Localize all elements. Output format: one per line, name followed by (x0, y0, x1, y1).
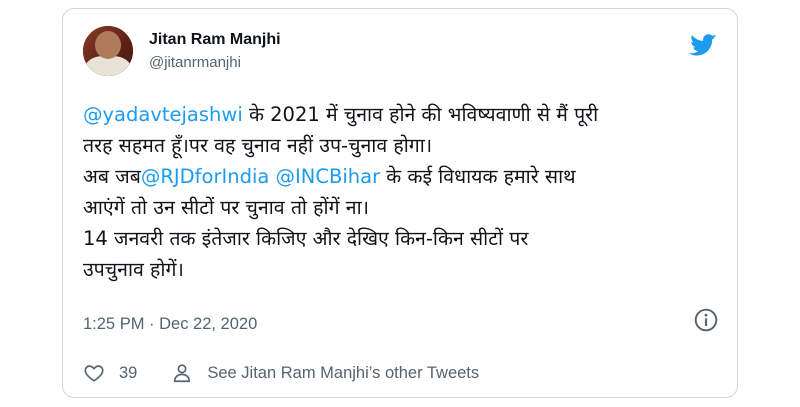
mention-link[interactable]: @RJDforIndia (141, 165, 269, 188)
tweet-line: @yadavtejashwi के 2021 में चुनाव होने की… (83, 99, 723, 130)
twitter-bird-icon[interactable] (687, 31, 719, 59)
tweet-text-segment: अब जब (83, 165, 141, 188)
tweet-line: उपचुनाव होगें। (83, 254, 723, 285)
tweet-text-segment: 14 जनवरी तक इंतेजार किजिए और देखिए किन-क… (83, 227, 529, 250)
tweet-timestamp[interactable]: 1:25 PM · Dec 22, 2020 (83, 315, 257, 334)
tweet-line: तरह सहमत हूँ।पर वह चुनाव नहीं उप-चुनाव ह… (83, 130, 723, 161)
info-icon[interactable] (693, 307, 719, 333)
tweet-text-segment: उपचुनाव होगें। (83, 258, 184, 281)
author-handle[interactable]: @jitanrmanjhi (149, 54, 241, 71)
see-other-tweets-label: See Jitan Ram Manjhi’s other Tweets (207, 363, 480, 382)
tweet-line: अब जब@RJDforIndia @INCBihar के कई विधायक… (83, 161, 723, 192)
avatar[interactable] (83, 26, 133, 76)
author-name[interactable]: Jitan Ram Manjhi (149, 31, 281, 49)
tweet-line: आएंगें तो उन सीटों पर चुनाव तो होंगें ना… (83, 192, 723, 223)
tweet-card: Jitan Ram Manjhi @jitanrmanjhi @yadavtej… (62, 8, 738, 398)
tweet-text: @yadavtejashwi के 2021 में चुनाव होने की… (83, 99, 723, 285)
see-other-tweets-link[interactable]: See Jitan Ram Manjhi’s other Tweets (171, 362, 479, 384)
mention-link[interactable]: @yadavtejashwi (83, 103, 243, 126)
like-button[interactable]: 39 (83, 362, 171, 384)
tweet-text-segment: तरह सहमत हूँ।पर वह चुनाव नहीं उप-चुनाव ह… (83, 134, 433, 157)
tweet-text-segment: के कई विधायक हमारे साथ (380, 165, 576, 188)
person-icon (174, 364, 191, 383)
tweet-actions: 39 See Jitan Ram Manjhi’s other Tweets (83, 361, 479, 385)
tweet-text-segment: आएंगें तो उन सीटों पर चुनाव तो होंगें ना… (83, 196, 370, 219)
tweet-text-segment: के 2021 में चुनाव होने की भविष्यवाणी से … (242, 103, 599, 126)
mention-link[interactable]: @INCBihar (276, 165, 381, 188)
tweet-line: 14 जनवरी तक इंतेजार किजिए और देखिए किन-क… (83, 223, 723, 254)
heart-icon (84, 365, 104, 382)
like-count: 39 (119, 363, 138, 382)
